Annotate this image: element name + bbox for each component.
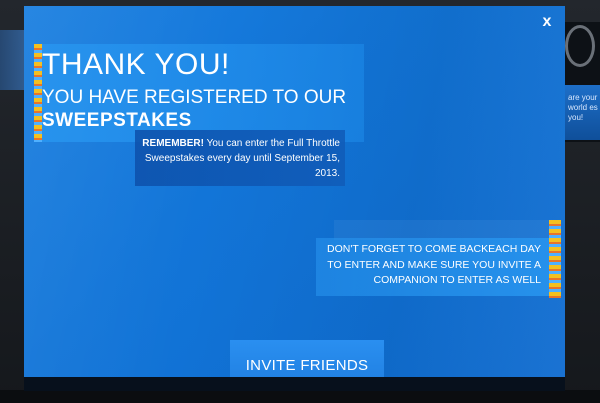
background-left-strip (0, 30, 24, 90)
background-side-text: are your world es you! (565, 85, 600, 140)
reminder-panel-shadow (334, 220, 549, 240)
remember-panel: REMEMBER! You can enter the Full Throttl… (135, 130, 345, 186)
remember-label: REMEMBER! (142, 138, 204, 149)
title-accent-bar (34, 44, 42, 142)
background-bottom-strip (0, 390, 600, 403)
close-button[interactable]: x (536, 11, 558, 33)
modal-subtitle-line1: YOU HAVE REGISTERED TO OUR (42, 87, 347, 108)
reminder-accent-bar (549, 220, 561, 298)
modal-title: THANK YOU! (42, 48, 230, 81)
modal-subtitle-line2: SWEEPSTAKES (42, 110, 192, 131)
modal-footer-band (24, 377, 565, 391)
thank-you-modal: x THANK YOU! YOU HAVE REGISTERED TO OUR … (24, 6, 565, 391)
speedometer-icon (565, 25, 595, 67)
reminder-panel: DON'T FORGET TO COME BACKEACH DAY TO ENT… (316, 238, 549, 296)
